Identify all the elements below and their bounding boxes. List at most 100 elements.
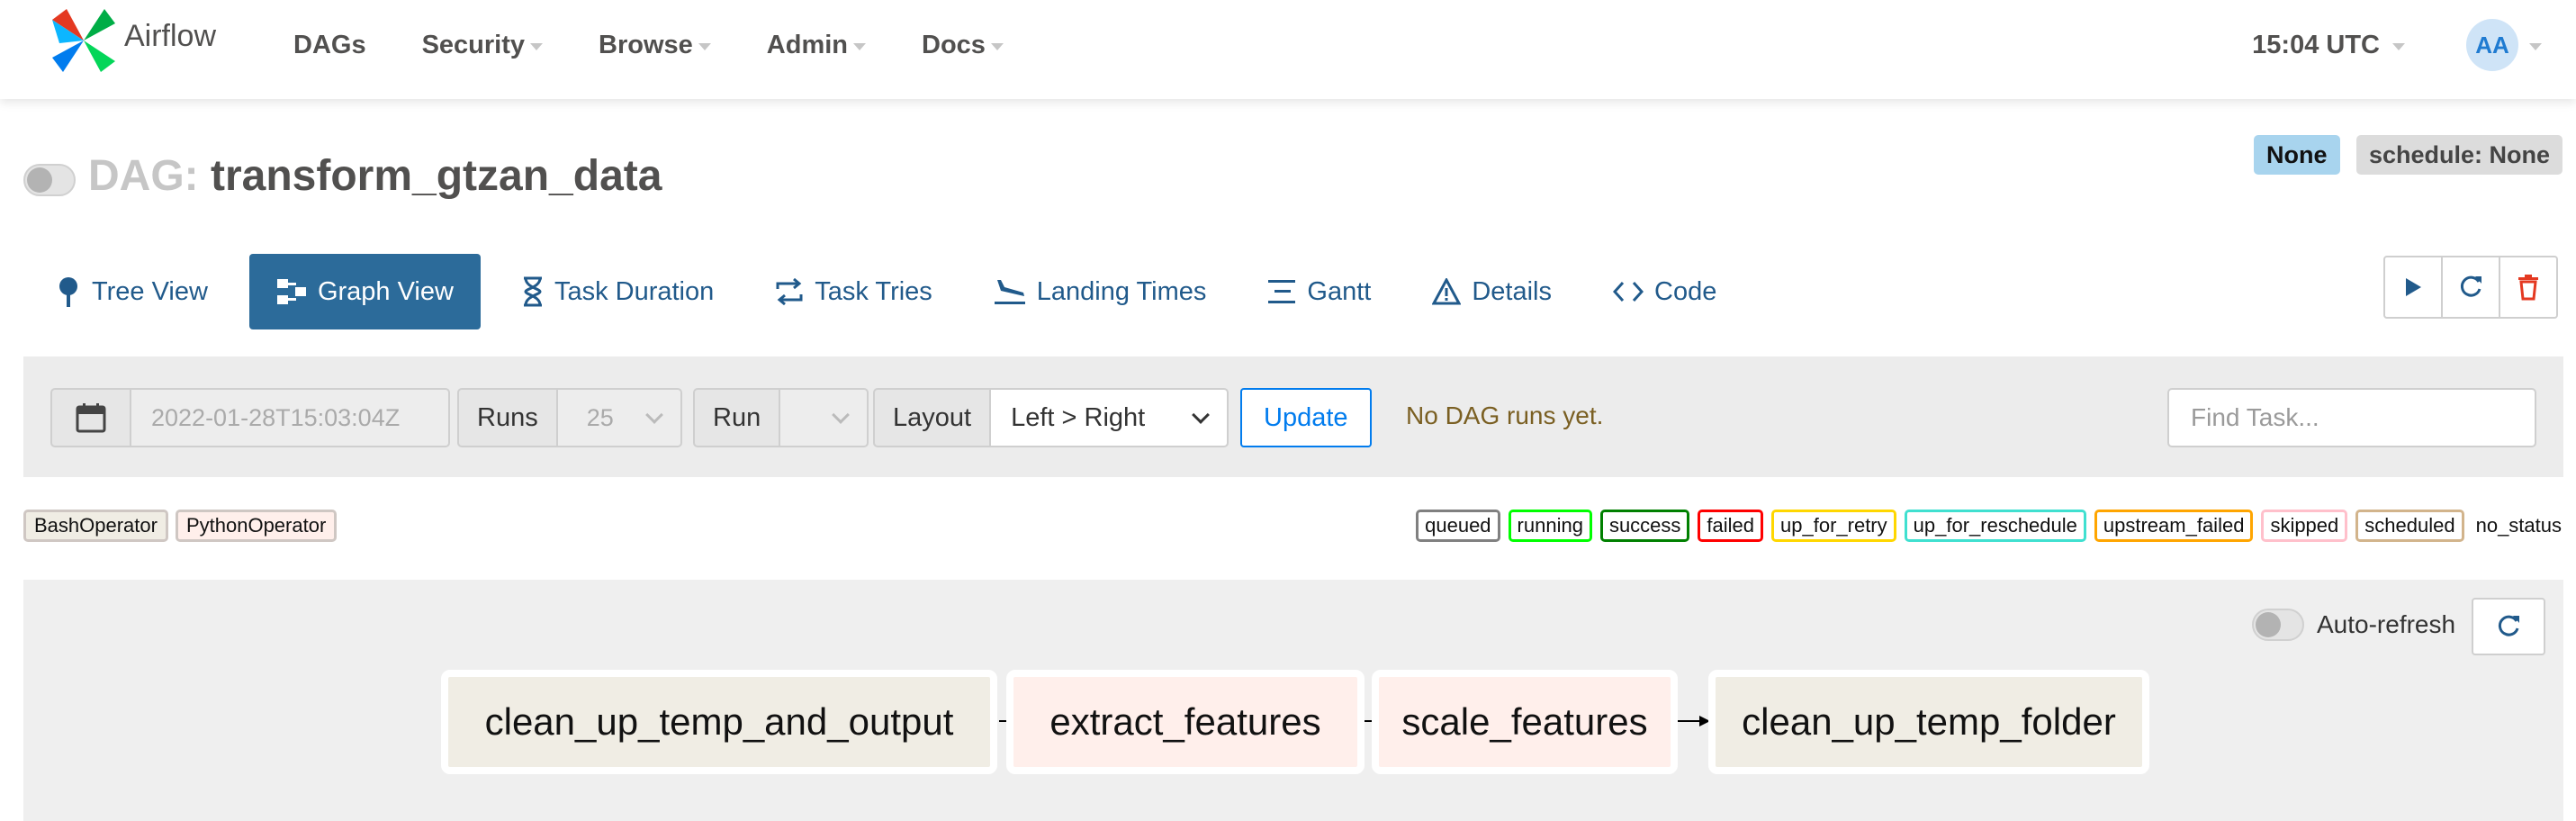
task-node-clean-up-temp-folder[interactable]: clean_up_temp_folder <box>1708 670 2149 774</box>
play-icon <box>2406 278 2421 296</box>
run-label: Run <box>693 388 781 447</box>
legend-state-label: upstream_failed <box>2103 514 2245 537</box>
chevron-down-icon <box>644 406 663 424</box>
user-initials: AA <box>2475 31 2509 59</box>
legend-state-scheduled[interactable]: scheduled <box>2355 510 2464 542</box>
legend-state-label: skipped <box>2270 514 2339 537</box>
legend-state-upstream-failed[interactable]: upstream_failed <box>2094 510 2254 542</box>
caret-down-icon[interactable] <box>2529 43 2542 50</box>
nav-browse-label: Browse <box>599 30 693 59</box>
nav-admin[interactable]: Admin <box>767 31 867 60</box>
tab-details[interactable]: Details <box>1412 254 1572 329</box>
nav-security-label: Security <box>421 30 526 59</box>
legend-state-label: failed <box>1707 514 1755 537</box>
layout-label: Layout <box>873 388 992 447</box>
runs-select[interactable]: 25 <box>557 388 682 447</box>
tab-landing-times[interactable]: Landing Times <box>974 254 1227 329</box>
legend-state-label: running <box>1517 514 1583 537</box>
auto-refresh-label: Auto-refresh <box>2317 610 2456 638</box>
legend-state-up-for-retry[interactable]: up_for_retry <box>1771 510 1896 542</box>
nav-docs[interactable]: Docs <box>922 31 1004 60</box>
status-message: No DAG runs yet. <box>1406 401 1604 429</box>
refresh-icon <box>2498 615 2519 636</box>
legend-state-label: no_status <box>2475 514 2562 537</box>
tab-task-tries-label: Task Tries <box>815 276 932 306</box>
nav-security[interactable]: Security <box>421 30 544 60</box>
legend-state-label: up_for_retry <box>1780 514 1887 537</box>
tab-landing-times-label: Landing Times <box>1036 276 1207 306</box>
base-date-value: 2022-01-28T15:03:04Z <box>151 403 401 431</box>
tab-task-duration[interactable]: Task Duration <box>502 254 734 329</box>
caret-down-icon <box>853 43 867 50</box>
legend-state-label: scheduled <box>2364 514 2455 537</box>
calendar-addon[interactable] <box>50 388 131 447</box>
tab-details-label: Details <box>1472 276 1553 306</box>
code-icon <box>1613 281 1644 302</box>
tab-graph-view[interactable]: Graph View <box>248 254 481 329</box>
legend-state-skipped[interactable]: skipped <box>2261 510 2348 542</box>
chevron-down-icon <box>832 406 851 424</box>
find-task-input[interactable] <box>2167 388 2536 447</box>
graph-refresh-button[interactable] <box>2472 598 2545 655</box>
schedule-badge: schedule: None <box>2356 135 2563 175</box>
graph-icon <box>276 279 306 304</box>
runs-label: Runs <box>457 388 558 447</box>
calendar-icon <box>76 403 106 433</box>
legend-state-label: queued <box>1425 514 1491 537</box>
legend-state-queued[interactable]: queued <box>1416 510 1500 542</box>
tab-code[interactable]: Code <box>1593 254 1736 329</box>
task-node-label: scale_features <box>1401 700 1648 743</box>
airflow-logo-link[interactable]: Airflow <box>50 7 216 74</box>
run-select[interactable] <box>780 388 869 447</box>
nav-dags[interactable]: DAGs <box>293 31 366 60</box>
caret-down-icon <box>698 43 711 50</box>
caret-down-icon <box>530 43 544 50</box>
auto-refresh-toggle[interactable] <box>2252 609 2304 641</box>
legend-state-success[interactable]: success <box>1599 510 1690 542</box>
delete-dag-button[interactable] <box>2499 256 2558 319</box>
nav-dags-label: DAGs <box>293 30 366 59</box>
tab-gantt[interactable]: Gantt <box>1247 254 1391 329</box>
update-button[interactable]: Update <box>1240 388 1372 447</box>
legend-state-no-status[interactable]: no_status <box>2472 510 2562 542</box>
nav-browse[interactable]: Browse <box>599 31 711 60</box>
tab-task-tries[interactable]: Task Tries <box>755 254 952 329</box>
state-legend: queued running success failed up_for_ret… <box>1408 510 2562 542</box>
task-node-clean-up-temp-and-output[interactable]: clean_up_temp_and_output <box>441 670 997 774</box>
page-title: DAG: transform_gtzan_data <box>88 151 662 201</box>
base-date-input[interactable]: 2022-01-28T15:03:04Z <box>131 388 450 447</box>
top-navbar: Airflow DAGs Security Browse Admin Docs … <box>0 0 2576 99</box>
task-node-scale-features[interactable]: scale_features <box>1372 670 1678 774</box>
refresh-dag-button[interactable] <box>2441 256 2500 319</box>
refresh-icon <box>2460 275 2481 297</box>
legend-state-running[interactable]: running <box>1508 510 1592 542</box>
dag-pause-toggle[interactable] <box>23 164 76 196</box>
view-tabs: Tree View Graph View Task Duration Task … <box>36 254 1758 329</box>
auto-refresh-control: Auto-refresh <box>2252 609 2455 641</box>
clock-text: 15:04 UTC <box>2252 30 2380 59</box>
task-node-label: clean_up_temp_folder <box>1742 700 2116 743</box>
tab-tree-view[interactable]: Tree View <box>36 254 228 329</box>
main-nav: DAGs Security Browse Admin Docs <box>293 0 1059 90</box>
trigger-dag-button[interactable] <box>2383 256 2443 319</box>
gantt-icon <box>1268 280 1296 303</box>
legend-state-label: success <box>1608 514 1681 537</box>
timezone-clock-dropdown[interactable]: 15:04 UTC <box>2252 31 2405 60</box>
legend-state-failed[interactable]: failed <box>1698 510 1764 542</box>
user-avatar[interactable]: AA <box>2466 19 2518 71</box>
dag-id: transform_gtzan_data <box>211 152 662 200</box>
tab-code-label: Code <box>1654 276 1717 306</box>
dag-label-badge: None <box>2254 135 2340 175</box>
plane-landing-icon <box>994 280 1025 304</box>
nav-docs-label: Docs <box>922 30 986 59</box>
dag-action-buttons <box>2383 256 2558 319</box>
caret-down-icon <box>990 43 1004 50</box>
dag-graph-canvas[interactable]: Auto-refresh clean_up_temp_and_output ex… <box>23 580 2563 821</box>
task-node-label: clean_up_temp_and_output <box>484 700 954 743</box>
caret-down-icon <box>2392 43 2405 50</box>
legend-bash-operator-label: BashOperator <box>34 514 158 537</box>
run-group: Run <box>693 388 869 447</box>
legend-state-up-for-reschedule[interactable]: up_for_reschedule <box>1904 510 2086 542</box>
layout-select[interactable]: Left > Right <box>991 388 1229 447</box>
task-node-extract-features[interactable]: extract_features <box>1006 670 1365 774</box>
